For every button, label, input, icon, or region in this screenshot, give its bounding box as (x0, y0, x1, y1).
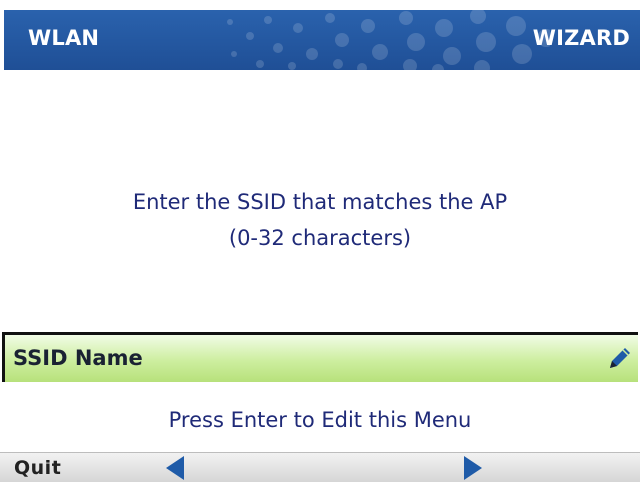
header-dot-pattern (227, 10, 550, 70)
ssid-name-field[interactable]: SSID Name (2, 332, 638, 382)
ssid-name-label: SSID Name (13, 346, 143, 370)
edit-hint-text: Press Enter to Edit this Menu (168, 408, 472, 432)
right-arrow-icon[interactable] (464, 456, 482, 480)
softkey-bar: Quit (0, 452, 640, 482)
wlan-title: WLAN (28, 26, 100, 50)
quit-button[interactable]: Quit (14, 457, 61, 479)
left-arrow-icon[interactable] (166, 456, 184, 480)
title-bar: WLAN WIZARD (4, 10, 640, 70)
instruction-line-1: Enter the SSID that matches the AP (132, 190, 508, 214)
instruction-line-2: (0-32 characters) (228, 226, 412, 250)
wizard-title: WIZARD (532, 26, 630, 50)
instruction-text: Enter the SSID that matches the AP (0-32… (0, 184, 640, 256)
pencil-icon[interactable] (606, 344, 634, 372)
